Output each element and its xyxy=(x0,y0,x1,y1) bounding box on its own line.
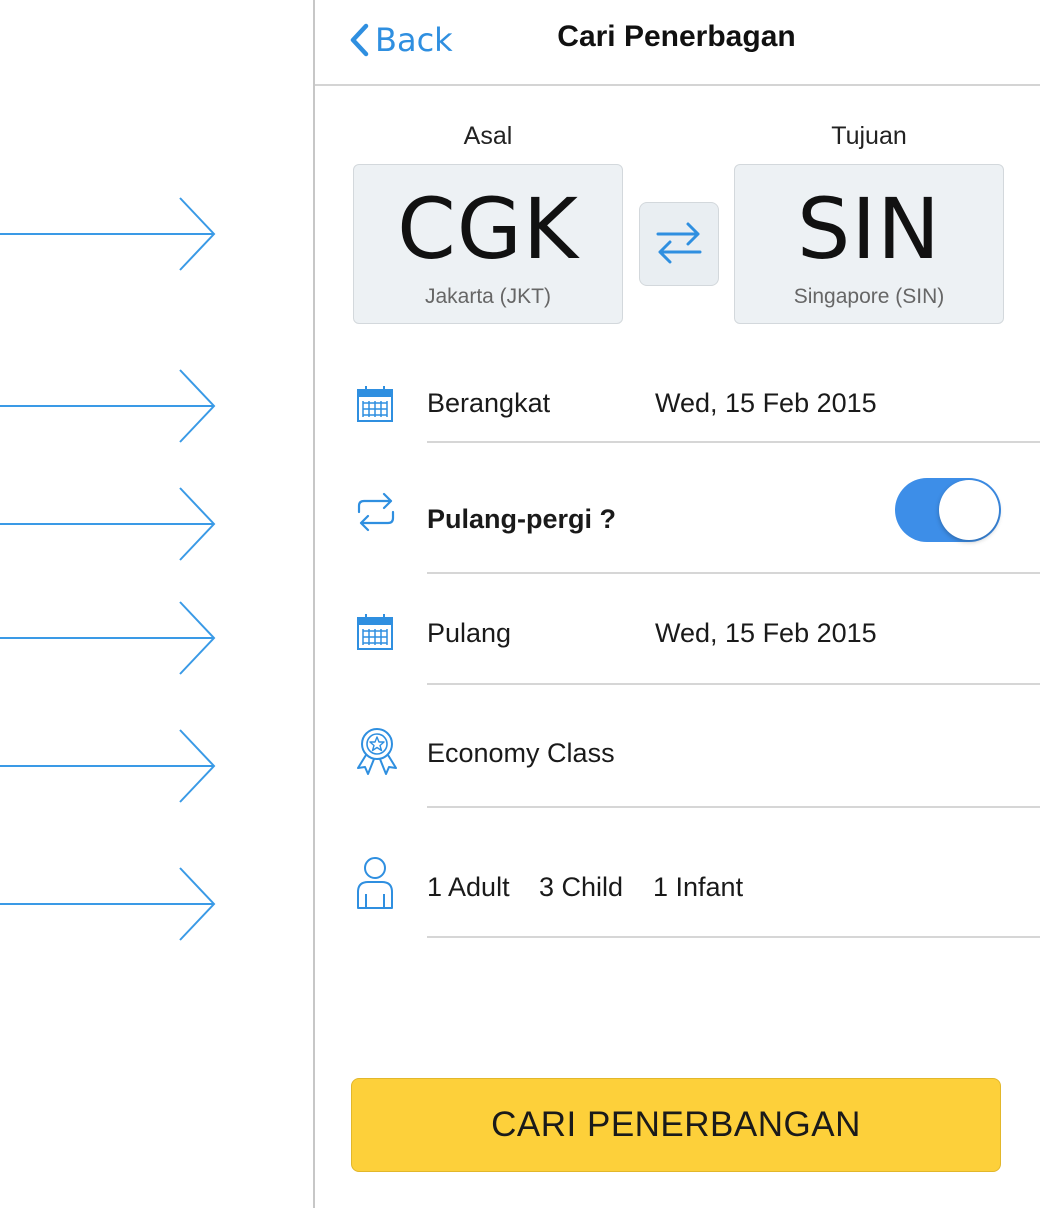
award-ribbon-icon xyxy=(355,726,399,781)
destination-airport-card[interactable]: SIN Singapore (SIN) xyxy=(734,164,1004,324)
cabin-class-row[interactable]: Economy Class xyxy=(315,686,1040,810)
destination-label: Tujuan xyxy=(831,122,907,150)
annotation-arrow-passengers xyxy=(0,866,220,942)
return-date-row[interactable]: Pulang Wed, 15 Feb 2015 xyxy=(315,592,1040,686)
departure-date-row[interactable]: Berangkat Wed, 15 Feb 2015 xyxy=(315,360,1040,444)
origin-city: Jakarta (JKT) xyxy=(424,285,552,308)
swap-route-button[interactable] xyxy=(639,202,719,286)
annotation-arrow-departure xyxy=(0,368,220,444)
person-icon xyxy=(355,856,395,917)
child-count: 3 Child xyxy=(539,872,624,902)
destination-code: SIN xyxy=(797,180,941,278)
calendar-icon xyxy=(355,612,395,657)
return-date-value: Wed, 15 Feb 2015 xyxy=(655,618,877,648)
cabin-class-label: Economy Class xyxy=(427,738,615,768)
annotation-arrow-return xyxy=(0,600,220,676)
destination-city: Singapore (SIN) xyxy=(793,285,945,308)
origin-airport-card[interactable]: CGK Jakarta (JKT) xyxy=(353,164,623,324)
toggle-knob xyxy=(939,480,999,540)
adult-count: 1 Adult xyxy=(427,872,510,902)
annotation-arrow-cabin xyxy=(0,728,220,804)
swap-arrows-icon xyxy=(654,220,704,269)
origin-code: CGK xyxy=(397,180,579,278)
divider xyxy=(427,936,1040,938)
origin-label: Asal xyxy=(463,122,513,150)
annotation-arrow-route xyxy=(0,196,220,272)
round-trip-label: Pulang-pergi ? xyxy=(427,504,616,534)
divider xyxy=(427,441,1040,443)
repeat-icon xyxy=(355,492,397,537)
return-label: Pulang xyxy=(427,618,512,648)
annotation-arrow-round-trip xyxy=(0,486,220,562)
infant-count: 1 Infant xyxy=(653,872,744,902)
departure-label: Berangkat xyxy=(427,388,551,418)
flight-search-screen: Back Cari Penerbagan Asal CGK Jakarta (J… xyxy=(313,0,1040,1208)
canvas: Back Cari Penerbagan Asal CGK Jakarta (J… xyxy=(0,0,1040,1208)
navigation-bar: Back Cari Penerbagan xyxy=(315,0,1040,86)
divider xyxy=(427,572,1040,574)
page-title: Cari Penerbagan xyxy=(557,20,796,53)
calendar-icon xyxy=(355,384,395,429)
departure-date-value: Wed, 15 Feb 2015 xyxy=(655,388,877,418)
divider xyxy=(427,683,1040,685)
round-trip-toggle[interactable] xyxy=(895,478,1001,542)
divider xyxy=(427,806,1040,808)
search-flights-button[interactable]: CARI PENERBANGAN xyxy=(351,1078,1001,1172)
